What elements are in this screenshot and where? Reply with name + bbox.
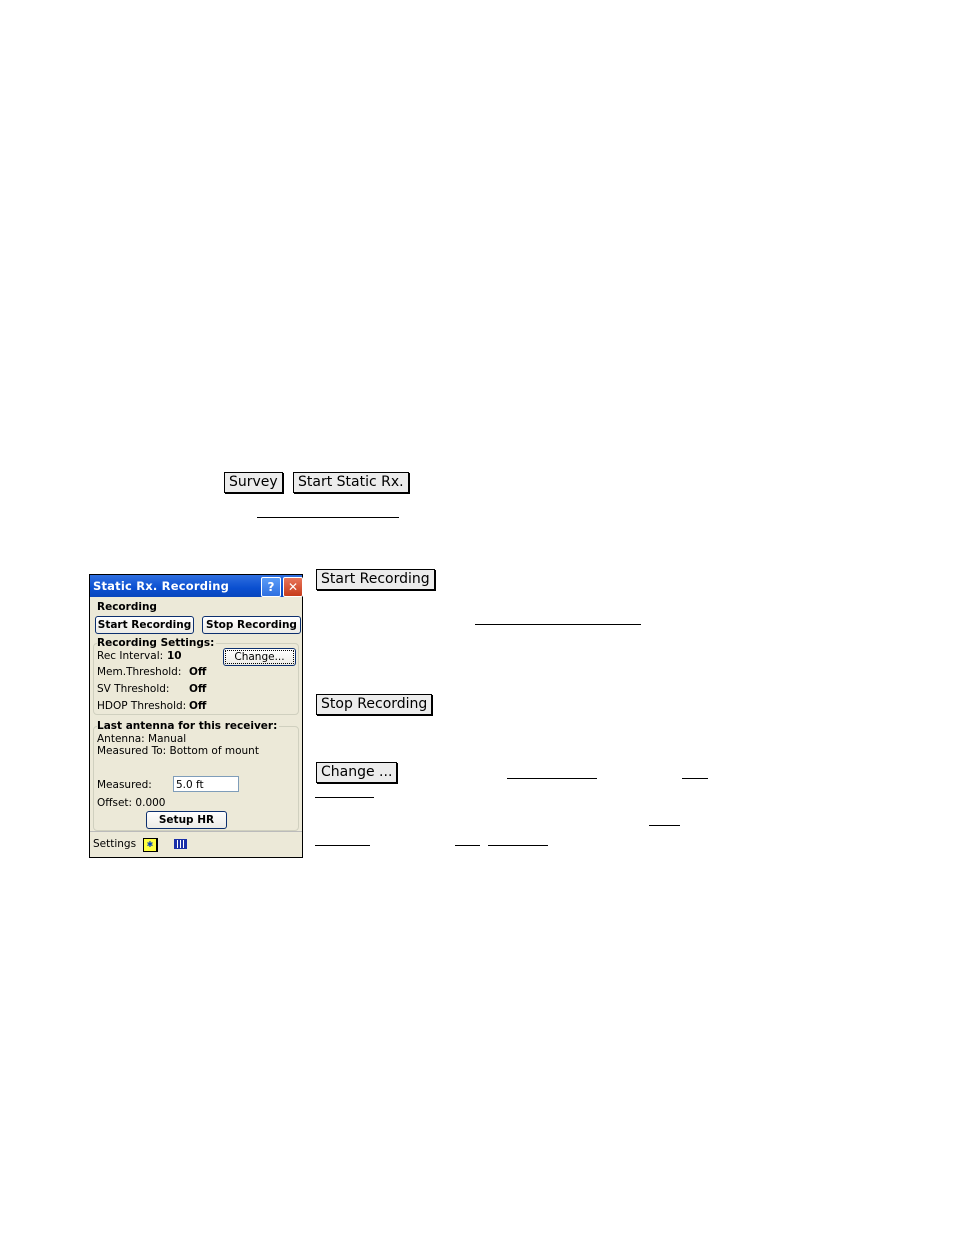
- hyperlink-underline[interactable]: [507, 778, 597, 779]
- sv-threshold-label: SV Threshold:: [97, 683, 170, 695]
- recording-settings-title: Recording Settings:: [97, 637, 217, 649]
- measured-label: Measured:: [97, 779, 152, 791]
- start-static-rx-menu-button[interactable]: Start Static Rx.: [293, 472, 409, 493]
- help-icon[interactable]: ?: [261, 577, 281, 597]
- stop-recording-button[interactable]: Stop Recording: [202, 616, 301, 634]
- hyperlink-underline[interactable]: [649, 825, 680, 826]
- close-icon[interactable]: ✕: [283, 577, 303, 597]
- settings-star-icon[interactable]: ✱: [143, 838, 158, 852]
- window-title: Static Rx. Recording: [93, 579, 230, 593]
- measured-to: Measured To: Bottom of mount: [97, 745, 259, 757]
- sv-threshold-value: Off: [189, 683, 207, 695]
- antenna-group-title: Last antenna for this receiver:: [97, 720, 280, 732]
- hyperlink-underline[interactable]: [315, 845, 370, 846]
- stop-recording-doc-button[interactable]: Stop Recording: [316, 694, 433, 715]
- footer-divider: [90, 831, 302, 832]
- hyperlink-underline[interactable]: [475, 624, 641, 625]
- setup-hr-button[interactable]: Setup HR: [146, 811, 227, 829]
- recording-section-label: Recording: [97, 601, 157, 613]
- start-recording-doc-button[interactable]: Start Recording: [316, 569, 435, 590]
- hdop-threshold-value: Off: [189, 700, 207, 712]
- grid-icon[interactable]: [174, 839, 187, 849]
- mem-threshold-value: Off: [189, 666, 207, 678]
- offset-value: Offset: 0.000: [97, 797, 166, 809]
- mem-threshold-label: Mem.Threshold:: [97, 666, 182, 678]
- hyperlink-underline[interactable]: [455, 845, 480, 846]
- hdop-threshold-label: HDOP Threshold:: [97, 700, 187, 712]
- footer-settings-label[interactable]: Settings: [93, 838, 136, 850]
- change-interval-button[interactable]: Change...: [223, 648, 296, 666]
- title-bar: Static Rx. Recording ? ✕: [90, 575, 303, 597]
- start-recording-button[interactable]: Start Recording: [95, 616, 194, 634]
- survey-menu-button[interactable]: Survey: [224, 472, 283, 493]
- hyperlink-underline[interactable]: [257, 517, 399, 518]
- antenna-type: Antenna: Manual: [97, 733, 187, 745]
- hyperlink-underline[interactable]: [682, 778, 708, 779]
- measured-height-input[interactable]: 5.0 ft: [173, 776, 239, 792]
- hyperlink-underline[interactable]: [488, 845, 548, 846]
- static-rx-recording-window: Static Rx. Recording ? ✕ Recording Start…: [89, 574, 303, 858]
- rec-interval-label: Rec Interval:: [97, 650, 164, 662]
- hyperlink-underline[interactable]: [315, 797, 374, 798]
- change-doc-button[interactable]: Change ...: [316, 762, 398, 783]
- rec-interval-value: 10: [167, 650, 182, 662]
